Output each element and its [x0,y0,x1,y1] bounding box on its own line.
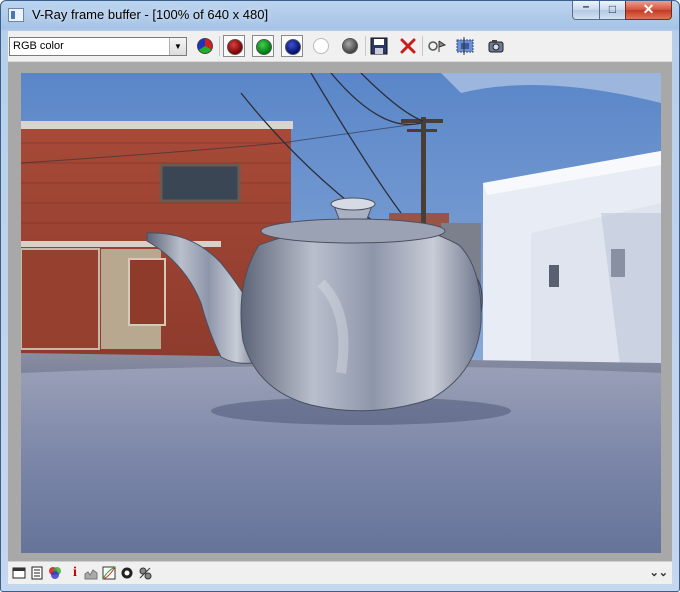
save-image-button[interactable] [368,35,390,57]
lens-effects-icon[interactable] [120,566,134,580]
color-channels-button[interactable] [194,35,216,57]
channel-select[interactable]: RGB color ▼ [9,37,187,56]
blue-channel-icon [285,39,301,55]
toolbar-separator [422,36,423,56]
track-mouse-icon [428,40,447,52]
region-render-icon [456,37,474,55]
rendered-image[interactable] [21,73,661,553]
close-icon: ✕ [642,1,655,17]
region-render-button[interactable] [454,35,476,57]
curves-icon[interactable] [102,566,116,580]
minimize-button[interactable]: – [572,1,600,20]
window-title: V-Ray frame buffer - [100% of 640 x 480] [32,7,269,22]
client-area: RGB color ▼ i ⌄⌄ [8,31,672,584]
green-channel-button[interactable] [252,35,274,57]
expand-icon[interactable]: ⌄⌄ [650,566,668,579]
close-button[interactable]: ✕ [625,1,672,20]
chevron-down-icon[interactable]: ▼ [169,38,186,55]
maximize-icon: □ [608,2,617,16]
image-viewport[interactable] [8,62,672,561]
frame-buffer-icon[interactable] [12,566,26,580]
render-last-icon [488,40,504,53]
red-channel-button[interactable] [223,35,245,57]
channel-select-value: RGB color [13,40,64,52]
toolbar-separator [365,36,366,56]
toolbar-separator [219,36,220,56]
monochrome-icon [342,38,358,54]
status-bar: i ⌄⌄ [8,561,672,584]
settings-icon[interactable] [138,566,152,580]
alpha-channel-icon [313,38,329,54]
save-image-icon [370,37,388,55]
track-mouse-button[interactable] [426,35,448,57]
color-correction-icon[interactable] [48,566,62,580]
minimize-icon: – [582,0,590,13]
levels-icon[interactable] [84,566,98,580]
clear-image-icon [400,38,416,54]
history-icon[interactable] [30,566,44,580]
toolbar: RGB color ▼ [8,31,672,62]
teapot-render [21,73,661,553]
green-channel-icon [256,39,272,55]
monochrome-button[interactable] [339,35,361,57]
maximize-button[interactable]: □ [599,1,626,20]
render-last-button[interactable] [485,35,507,57]
alpha-channel-button[interactable] [310,35,332,57]
red-channel-icon [227,39,243,55]
vray-frame-buffer-window: V-Ray frame buffer - [100% of 640 x 480]… [0,0,680,592]
blue-channel-button[interactable] [281,35,303,57]
app-icon [8,8,24,22]
color-channels-icon [197,38,213,54]
clear-image-button[interactable] [397,35,419,57]
title-bar[interactable]: V-Ray frame buffer - [100% of 640 x 480]… [1,1,679,31]
info-icon[interactable]: i [68,566,82,580]
